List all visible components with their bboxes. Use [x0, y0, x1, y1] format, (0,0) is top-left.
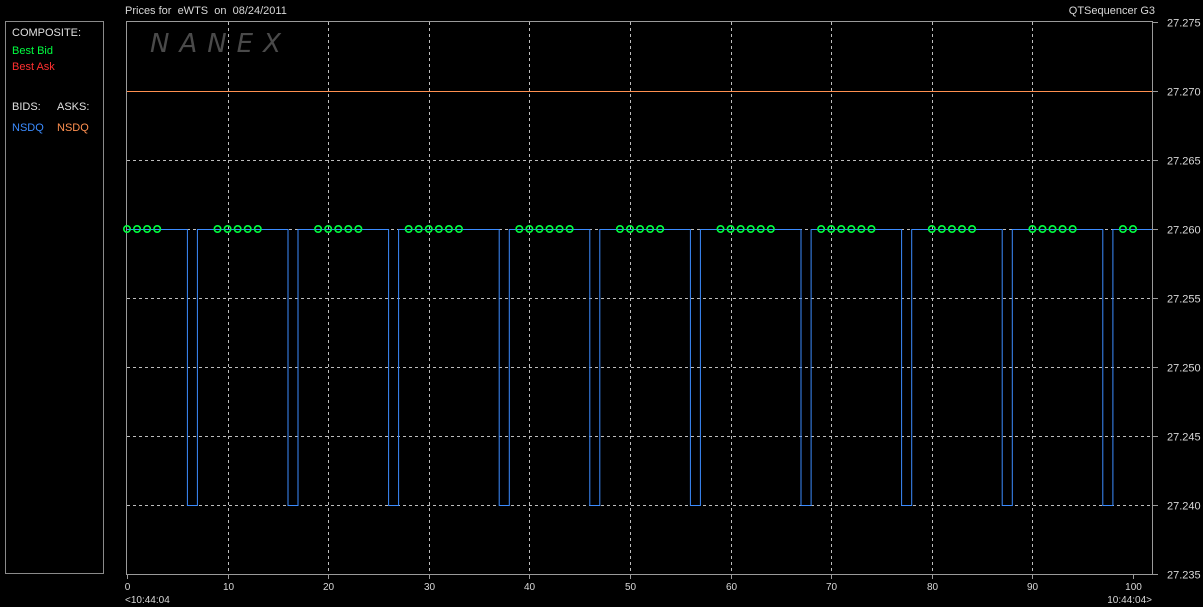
- y-tick-label: 27.265: [1167, 156, 1201, 168]
- x-tick-label: 50: [625, 582, 637, 593]
- x-tick-label: 30: [424, 582, 436, 593]
- y-tick-label: 27.245: [1167, 432, 1201, 444]
- x-tick-label: 20: [323, 582, 335, 593]
- y-tick-label: 27.250: [1167, 363, 1201, 375]
- y-tick-label: 27.255: [1167, 294, 1201, 306]
- price-chart: NANEX 27.23527.24027.24527.25027.25527.2…: [123, 18, 1201, 606]
- x-axis: 0 10 20 30 40 50 60 70 80 90 100 <10:44:04 10:44:04>: [125, 574, 1152, 606]
- x-tick-label: 0: [125, 582, 131, 593]
- x-end-time-label: 10:44:04>: [1107, 595, 1152, 606]
- x-tick-label: 90: [1027, 582, 1039, 593]
- y-tick-label: 27.235: [1167, 570, 1201, 582]
- grid-lines: [127, 22, 1152, 574]
- x-tick-label: 80: [927, 582, 939, 593]
- x-tick-label: 60: [726, 582, 738, 593]
- x-tick-label: 10: [223, 582, 235, 593]
- x-tick-label: 70: [826, 582, 838, 593]
- x-tick-label: 100: [1125, 582, 1142, 593]
- y-tick-label: 27.240: [1167, 501, 1201, 513]
- x-tick-label: 40: [524, 582, 536, 593]
- x-start-time-label: <10:44:04: [125, 595, 170, 606]
- watermark-logo: NANEX: [150, 29, 291, 59]
- y-axis: 27.235 27.240 27.245 27.250 27.255 27.260 27.2…: [1152, 18, 1201, 582]
- y-tick-label: 27.260: [1167, 225, 1201, 237]
- y-tick-label: 27.275: [1167, 18, 1201, 30]
- y-tick-label: 27.270: [1167, 87, 1201, 99]
